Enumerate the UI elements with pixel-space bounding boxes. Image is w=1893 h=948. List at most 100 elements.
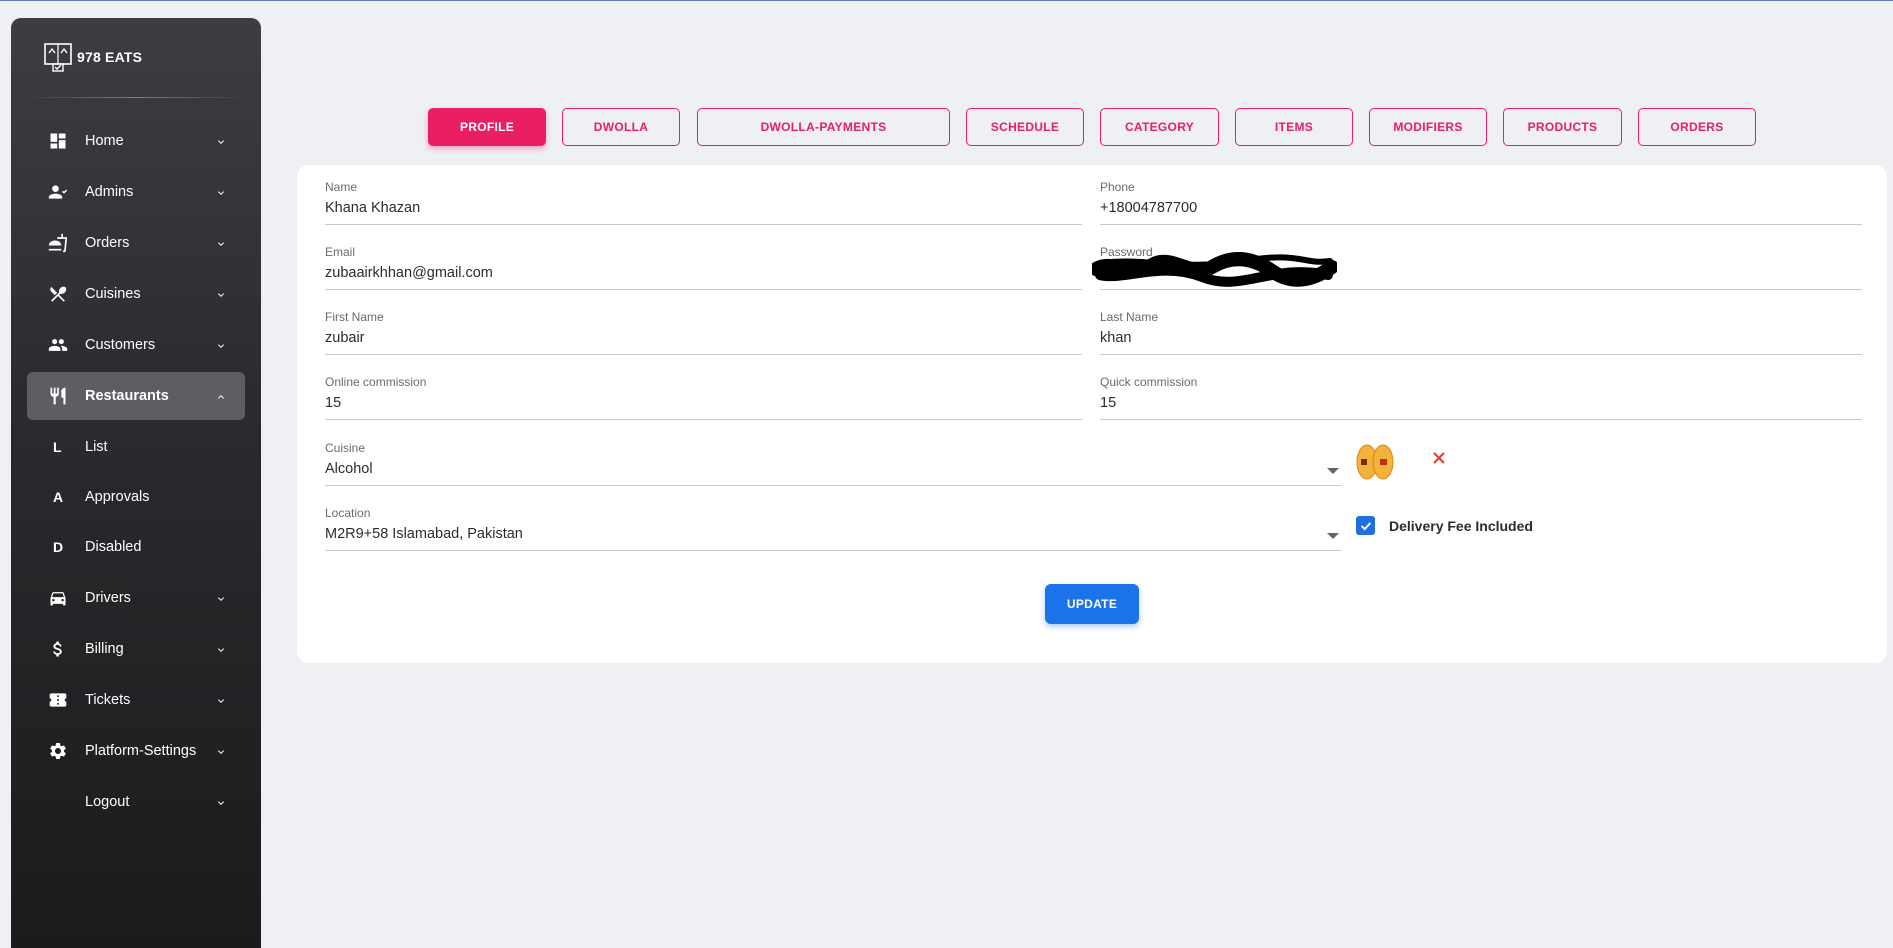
field-label: Online commission (325, 375, 427, 389)
sidebar-item-cuisines[interactable]: Cuisines (27, 270, 245, 318)
field-value: Khana Khazan (325, 200, 421, 216)
field-value: khan (1100, 330, 1132, 346)
tab-products[interactable]: PRODUCTS (1503, 108, 1622, 146)
delivery-fee-checkbox[interactable] (1356, 516, 1375, 535)
online-commission-field[interactable]: Online commission 15 (325, 375, 1082, 420)
sidebar-item-drivers[interactable]: Drivers (27, 574, 245, 622)
quick-commission-field[interactable]: Quick commission 15 (1100, 375, 1862, 420)
sidebar-item-label: Billing (85, 641, 124, 657)
brand[interactable]: 978 EATS (43, 42, 142, 72)
chevron-down-icon (215, 237, 227, 249)
chevron-down-icon (215, 694, 227, 706)
admins-icon (47, 181, 69, 203)
chevron-down-icon (215, 745, 227, 757)
field-label: Location (325, 506, 371, 520)
sidebar-item-restaurants[interactable]: Restaurants (27, 372, 245, 420)
field-value: zubair (325, 330, 365, 346)
field-label: Name (325, 180, 358, 194)
sidebar-subitem-approvals[interactable]: A Approvals (27, 477, 245, 517)
chevron-down-icon (215, 288, 227, 300)
sidebar-item-label: Logout (85, 794, 130, 810)
sidebar-item-platform-settings[interactable]: Platform-Settings (27, 727, 245, 775)
dashboard-icon (47, 130, 69, 152)
update-button[interactable]: UPDATE (1045, 584, 1139, 624)
field-label: Last Name (1100, 310, 1159, 324)
chevron-up-icon (215, 390, 227, 402)
field-label: First Name (325, 310, 384, 324)
sidebar-item-label: Restaurants (85, 388, 169, 404)
delivery-fee-label: Delivery Fee Included (1389, 518, 1533, 534)
chevron-down-icon (215, 643, 227, 655)
cuisine-select[interactable]: Cuisine Alcohol (325, 441, 1341, 486)
first-name-field[interactable]: First Name zubair (325, 310, 1082, 355)
password-field[interactable]: Password (1092, 245, 1862, 290)
sidebar-item-label: Home (85, 133, 124, 149)
tab-items[interactable]: ITEMS (1235, 108, 1353, 146)
last-name-field[interactable]: Last Name khan (1100, 310, 1862, 355)
dropdown-arrow-icon (1327, 468, 1339, 474)
sidebar-item-tickets[interactable]: Tickets (27, 676, 245, 724)
redaction-scribble (1092, 252, 1337, 287)
sidebar-item-home[interactable]: Home (27, 117, 245, 165)
ticket-icon (47, 689, 69, 711)
sidebar-item-label: Cuisines (85, 286, 141, 302)
sub-item-letter: A (53, 489, 64, 505)
sidebar-subitem-disabled[interactable]: D Disabled (27, 527, 245, 567)
sidebar-item-label: Customers (85, 337, 156, 353)
tab-modifiers[interactable]: MODIFIERS (1369, 108, 1487, 146)
sidebar-item-label: Drivers (85, 590, 131, 606)
chevron-down-icon (215, 186, 227, 198)
chevron-down-icon (215, 339, 227, 351)
field-value: 15 (1100, 395, 1117, 411)
sidebar-item-label: Platform-Settings (85, 743, 197, 759)
restaurant-logo-image (1356, 444, 1394, 480)
checkmark-icon (1360, 521, 1371, 530)
brand-name: 978 EATS (77, 49, 143, 65)
location-select[interactable]: Location M2R9+58 Islamabad, Pakistan (325, 506, 1341, 551)
profile-form-card: Name Khana Khazan Phone +18004787700 Ema… (297, 165, 1887, 663)
name-field[interactable]: Name Khana Khazan (325, 180, 1082, 225)
field-label: Quick commission (1100, 375, 1198, 389)
sidebar-item-billing[interactable]: Billing (27, 625, 245, 673)
dollar-icon (47, 638, 69, 660)
dropdown-arrow-icon (1327, 533, 1339, 539)
tab-profile[interactable]: PROFILE (428, 108, 546, 146)
phone-field[interactable]: Phone +18004787700 (1100, 180, 1862, 225)
sub-item-label: Disabled (85, 539, 142, 555)
sidebar-item-orders[interactable]: Orders (27, 219, 245, 267)
tab-dwolla-payments[interactable]: DWOLLA-PAYMENTS (697, 108, 950, 146)
remove-logo-icon[interactable] (1431, 450, 1447, 466)
orders-icon (47, 232, 69, 254)
email-field[interactable]: Email zubaairkhhan@gmail.com (325, 245, 1082, 290)
sub-item-label: List (85, 439, 108, 455)
tab-schedule[interactable]: SCHEDULE (966, 108, 1084, 146)
chevron-down-icon (215, 135, 227, 147)
field-value: zubaairkhhan@gmail.com (325, 265, 493, 281)
cuisines-icon (47, 283, 69, 305)
gear-icon (47, 740, 69, 762)
customers-icon (47, 334, 69, 356)
sidebar-item-customers[interactable]: Customers (27, 321, 245, 369)
chevron-down-icon (215, 592, 227, 604)
car-icon (47, 587, 69, 609)
sidebar-item-label: Admins (85, 184, 134, 200)
sub-item-label: Approvals (85, 489, 150, 505)
tab-category[interactable]: CATEGORY (1100, 108, 1219, 146)
field-value: Alcohol (325, 461, 373, 477)
chevron-down-icon (215, 796, 227, 808)
sub-item-letter: D (53, 539, 64, 555)
tab-dwolla[interactable]: DWOLLA (562, 108, 680, 146)
sidebar-item-label: Tickets (85, 692, 131, 708)
sidebar-subitem-list[interactable]: L List (27, 427, 245, 467)
tab-orders[interactable]: ORDERS (1638, 108, 1756, 146)
sub-item-letter: L (53, 439, 62, 455)
sidebar-divider (27, 97, 245, 98)
field-label: Cuisine (325, 441, 366, 455)
field-value: 15 (325, 395, 342, 411)
sidebar-item-logout[interactable]: Logout (27, 778, 245, 826)
logo-icon (44, 43, 72, 72)
field-value: M2R9+58 Islamabad, Pakistan (325, 526, 523, 542)
sidebar: 978 EATS Home Admins Orders Cuisines Cus… (11, 18, 261, 948)
sidebar-item-admins[interactable]: Admins (27, 168, 245, 216)
field-label: Phone (1100, 180, 1135, 194)
